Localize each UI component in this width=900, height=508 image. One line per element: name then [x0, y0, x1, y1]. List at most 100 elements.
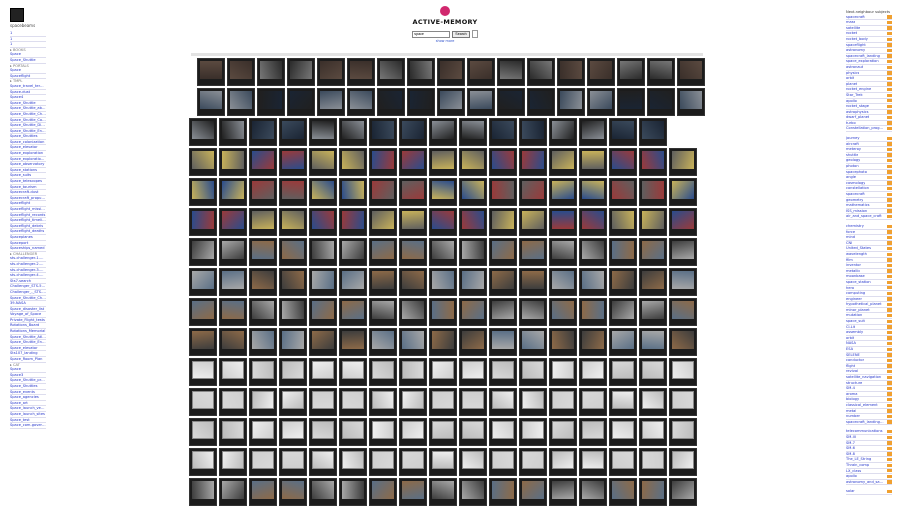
right-nav-link[interactable]: ESA	[846, 347, 853, 352]
thumbnail[interactable]	[519, 418, 547, 446]
thumbnail[interactable]	[669, 418, 697, 446]
right-nav-link[interactable]: constellation	[846, 186, 869, 191]
thumbnail[interactable]	[257, 58, 285, 86]
right-nav-link[interactable]: aircraft	[846, 142, 859, 147]
thumbnail[interactable]	[219, 448, 247, 476]
thumbnail[interactable]	[489, 298, 517, 326]
thumbnail[interactable]	[429, 268, 457, 296]
thumbnail[interactable]	[339, 328, 367, 356]
right-nav-link[interactable]: mind	[846, 235, 855, 240]
thumbnail[interactable]	[219, 298, 247, 326]
thumbnail[interactable]	[287, 58, 315, 86]
right-nav-link[interactable]: CNI	[846, 241, 852, 246]
thumbnail[interactable]	[579, 118, 607, 146]
thumbnail[interactable]	[249, 328, 277, 356]
thumbnail[interactable]	[219, 328, 247, 356]
thumbnail[interactable]	[429, 208, 457, 236]
right-nav-link[interactable]: astrophysics	[846, 110, 869, 115]
thumbnail[interactable]	[587, 88, 615, 116]
thumbnail[interactable]	[609, 148, 637, 176]
thumbnail[interactable]	[579, 478, 607, 506]
thumbnail[interactable]	[369, 178, 397, 206]
thumbnail[interactable]	[519, 358, 547, 386]
thumbnail[interactable]	[279, 148, 307, 176]
thumbnail[interactable]	[617, 58, 645, 86]
thumbnail[interactable]	[369, 358, 397, 386]
thumbnail[interactable]	[489, 448, 517, 476]
right-nav-link[interactable]: chemistry	[846, 224, 864, 229]
thumbnail[interactable]	[579, 448, 607, 476]
right-nav-link[interactable]: spacecraft	[846, 15, 865, 20]
thumbnail[interactable]	[309, 208, 337, 236]
thumbnail[interactable]	[399, 448, 427, 476]
thumbnail[interactable]	[429, 358, 457, 386]
thumbnail[interactable]	[219, 418, 247, 446]
right-nav-link[interactable]: computing	[846, 291, 865, 296]
right-nav-link[interactable]: ISS_mission	[846, 209, 867, 214]
thumbnail[interactable]	[557, 88, 585, 116]
thumbnail[interactable]	[189, 238, 217, 266]
thumbnail[interactable]	[369, 148, 397, 176]
thumbnail[interactable]	[519, 478, 547, 506]
thumbnail[interactable]	[399, 268, 427, 296]
thumbnail[interactable]	[249, 358, 277, 386]
thumbnail[interactable]	[677, 88, 705, 116]
thumbnail[interactable]	[287, 88, 315, 116]
right-nav-link[interactable]: solar	[846, 489, 855, 494]
right-nav-link[interactable]: United_States	[846, 246, 871, 251]
thumbnail[interactable]	[639, 238, 667, 266]
thumbnail[interactable]	[639, 358, 667, 386]
thumbnail[interactable]	[467, 58, 495, 86]
thumbnail[interactable]	[189, 358, 217, 386]
thumbnail[interactable]	[189, 418, 217, 446]
thumbnail[interactable]	[609, 178, 637, 206]
right-nav-link[interactable]: mass	[846, 20, 855, 25]
thumbnail[interactable]	[639, 478, 667, 506]
right-nav-link[interactable]: air_and_space_craft	[846, 214, 882, 219]
thumbnail[interactable]	[519, 268, 547, 296]
right-nav-link[interactable]: metal	[846, 409, 856, 414]
thumbnail[interactable]	[339, 448, 367, 476]
thumbnail[interactable]	[549, 298, 577, 326]
thumbnail[interactable]	[437, 88, 465, 116]
thumbnail[interactable]	[339, 478, 367, 506]
thumbnail[interactable]	[609, 478, 637, 506]
right-nav-link[interactable]: rocket_body	[846, 37, 868, 42]
right-nav-link[interactable]: rocket_stage	[846, 104, 869, 109]
thumbnail[interactable]	[557, 58, 585, 86]
thumbnail[interactable]	[369, 118, 397, 146]
thumbnail[interactable]	[489, 388, 517, 416]
logo[interactable]: ACTIVE-MEMORY	[185, 6, 705, 26]
thumbnail[interactable]	[309, 298, 337, 326]
right-nav-link[interactable]: apollo	[846, 99, 857, 104]
thumbnail[interactable]	[279, 448, 307, 476]
thumbnail[interactable]	[579, 148, 607, 176]
thumbnail[interactable]	[497, 58, 525, 86]
thumbnail[interactable]	[519, 448, 547, 476]
thumbnail[interactable]	[399, 238, 427, 266]
right-nav-link[interactable]: orbit	[846, 76, 854, 81]
show-more-link[interactable]: show more	[185, 39, 705, 43]
right-nav-link[interactable]: metallic	[846, 269, 860, 274]
thumbnail[interactable]	[279, 328, 307, 356]
thumbnail[interactable]	[399, 118, 427, 146]
thumbnail[interactable]	[459, 118, 487, 146]
thumbnail[interactable]	[579, 178, 607, 206]
right-nav-link[interactable]: Cl-Lit	[846, 325, 855, 330]
thumbnail[interactable]	[249, 148, 277, 176]
thumbnail[interactable]	[459, 418, 487, 446]
thumbnail[interactable]	[369, 298, 397, 326]
thumbnail[interactable]	[519, 118, 547, 146]
thumbnail[interactable]	[677, 58, 705, 86]
thumbnail[interactable]	[549, 238, 577, 266]
thumbnail[interactable]	[579, 208, 607, 236]
thumbnail[interactable]	[407, 58, 435, 86]
thumbnail[interactable]	[579, 298, 607, 326]
right-nav-link[interactable]: astronomy_and_satellite	[846, 480, 884, 485]
search-button[interactable]: Search	[452, 30, 470, 38]
thumbnail[interactable]	[249, 268, 277, 296]
thumbnail[interactable]	[219, 268, 247, 296]
right-nav-link[interactable]: satellite_navigation	[846, 375, 881, 380]
right-nav-link[interactable]: astronaut	[846, 65, 863, 70]
right-nav-link[interactable]: wavelength	[846, 252, 867, 257]
